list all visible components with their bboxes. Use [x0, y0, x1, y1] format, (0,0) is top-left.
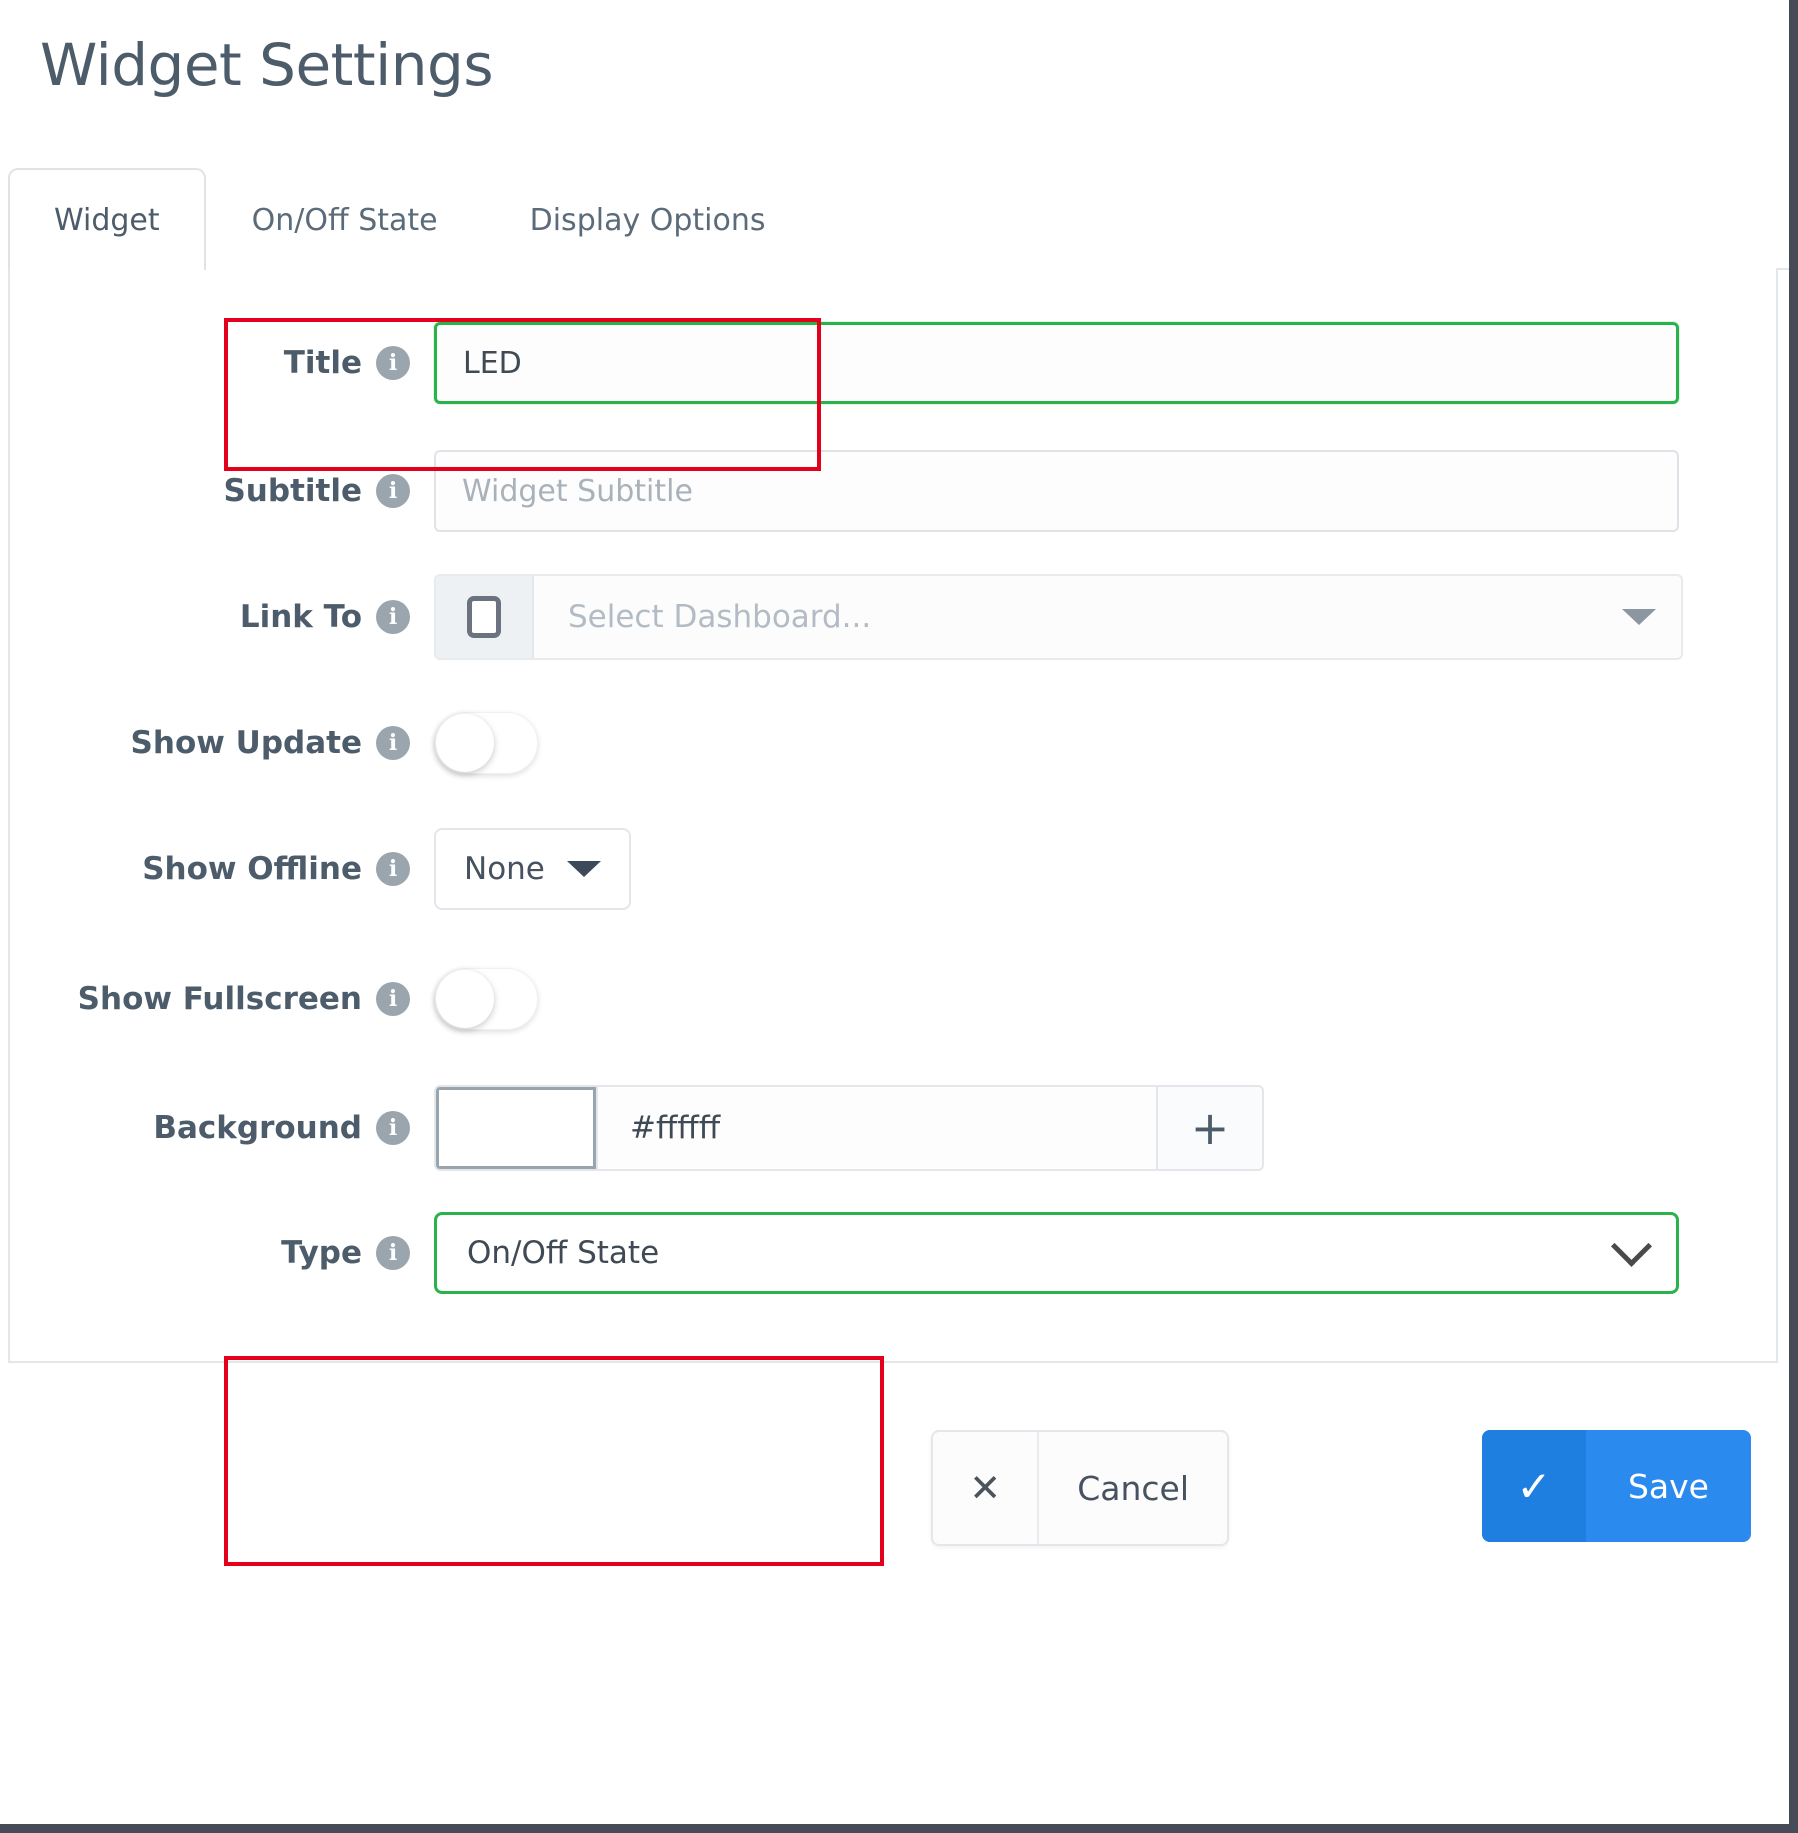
save-button-label: Save: [1627, 1466, 1709, 1506]
link-to-label-group: Link To i: [10, 599, 410, 635]
tab-display-options-label: Display Options: [529, 202, 766, 238]
background-label-group: Background i: [10, 1110, 410, 1146]
field-row-subtitle: Subtitle i Widget Subtitle: [10, 436, 1776, 546]
title-control: LED: [434, 322, 1679, 404]
show-offline-label: Show Offline: [142, 851, 362, 887]
field-row-link-to: Link To i Select Dashboard...: [10, 562, 1776, 672]
type-select[interactable]: On/Off State: [434, 1212, 1679, 1294]
subtitle-label-group: Subtitle i: [10, 473, 410, 509]
info-icon[interactable]: i: [376, 982, 410, 1016]
info-icon[interactable]: i: [376, 1111, 410, 1145]
tab-widget-label: Widget: [54, 202, 160, 238]
link-to-select[interactable]: Select Dashboard...: [434, 574, 1683, 660]
link-to-device-button[interactable]: [436, 576, 534, 658]
field-row-show-offline: Show Offline i None: [10, 814, 1776, 924]
info-icon[interactable]: i: [376, 852, 410, 886]
type-select-value: On/Off State: [467, 1235, 660, 1271]
dialog-footer: ✕ Cancel ✓ Save: [0, 1380, 1789, 1680]
title-label-group: Title i: [10, 345, 410, 381]
tab-bar: Widget On/Off State Display Options: [8, 166, 1789, 272]
show-fullscreen-toggle[interactable]: [434, 968, 538, 1030]
title-input[interactable]: LED: [434, 322, 1679, 404]
background-hex-input[interactable]: #ffffff: [596, 1087, 1156, 1169]
app-window: Widget Settings Widget On/Off State Disp…: [0, 0, 1798, 1833]
show-offline-label-group: Show Offline i: [10, 851, 410, 887]
background-control: #ffffff +: [434, 1085, 1264, 1171]
type-label: Type: [281, 1235, 362, 1271]
background-hex-value: #ffffff: [630, 1110, 721, 1146]
field-row-show-update: Show Update i: [10, 688, 1776, 798]
background-add-button[interactable]: +: [1156, 1087, 1262, 1169]
field-row-background: Background i #ffffff +: [10, 1073, 1776, 1183]
page-title: Widget Settings: [40, 31, 494, 99]
field-row-title: Title i LED: [10, 308, 1776, 418]
tablet-icon: [467, 596, 501, 638]
show-fullscreen-control: [434, 968, 538, 1030]
subtitle-placeholder: Widget Subtitle: [462, 473, 693, 509]
toggle-knob: [436, 714, 494, 772]
show-offline-value: None: [464, 851, 545, 887]
show-update-label-group: Show Update i: [10, 725, 410, 761]
cancel-button-label: Cancel: [1077, 1468, 1189, 1508]
close-icon: ✕: [933, 1432, 1040, 1544]
tab-display-options[interactable]: Display Options: [484, 168, 812, 270]
type-control: On/Off State: [434, 1212, 1679, 1294]
link-to-control: Select Dashboard...: [434, 574, 1683, 660]
title-input-value: LED: [463, 345, 522, 381]
toggle-knob: [436, 970, 494, 1028]
chevron-down-icon: [1610, 1225, 1653, 1267]
settings-panel: Title i LED Subtitle i Widget Subtitle L…: [8, 268, 1778, 1363]
info-icon[interactable]: i: [376, 474, 410, 508]
subtitle-input[interactable]: Widget Subtitle: [434, 450, 1679, 532]
info-icon[interactable]: i: [376, 600, 410, 634]
plus-icon: +: [1190, 1101, 1230, 1155]
background-color-group: #ffffff +: [434, 1085, 1264, 1171]
background-label: Background: [153, 1110, 362, 1146]
show-update-control: [434, 712, 538, 774]
show-offline-control: None: [434, 828, 631, 910]
tab-widget[interactable]: Widget: [8, 168, 206, 272]
background-color-swatch[interactable]: [436, 1087, 596, 1169]
link-to-caret[interactable]: [1597, 576, 1681, 658]
cancel-button[interactable]: ✕ Cancel: [931, 1430, 1229, 1546]
show-update-toggle[interactable]: [434, 712, 538, 774]
show-fullscreen-label: Show Fullscreen: [77, 981, 362, 1017]
subtitle-control: Widget Subtitle: [434, 450, 1679, 532]
link-to-label: Link To: [239, 599, 362, 635]
tab-onoff-state[interactable]: On/Off State: [206, 168, 484, 270]
triangle-down-icon: [566, 861, 601, 877]
widget-settings-form: Title i LED Subtitle i Widget Subtitle L…: [10, 268, 1776, 1361]
info-icon[interactable]: i: [376, 1236, 410, 1270]
show-fullscreen-label-group: Show Fullscreen i: [10, 981, 410, 1017]
tab-onoff-state-label: On/Off State: [251, 202, 438, 238]
check-icon: ✓: [1481, 1430, 1586, 1542]
info-icon[interactable]: i: [376, 726, 410, 760]
show-offline-select[interactable]: None: [434, 828, 631, 910]
field-row-type: Type i On/Off State: [10, 1198, 1776, 1308]
info-icon[interactable]: i: [376, 346, 410, 380]
field-row-show-fullscreen: Show Fullscreen i: [10, 944, 1776, 1054]
show-update-label: Show Update: [130, 725, 362, 761]
save-button[interactable]: ✓ Save: [1481, 1430, 1751, 1542]
triangle-down-icon: [1622, 609, 1656, 625]
subtitle-label: Subtitle: [223, 473, 362, 509]
type-label-group: Type i: [10, 1235, 410, 1271]
link-to-placeholder: Select Dashboard...: [568, 599, 872, 635]
title-label: Title: [283, 345, 362, 381]
